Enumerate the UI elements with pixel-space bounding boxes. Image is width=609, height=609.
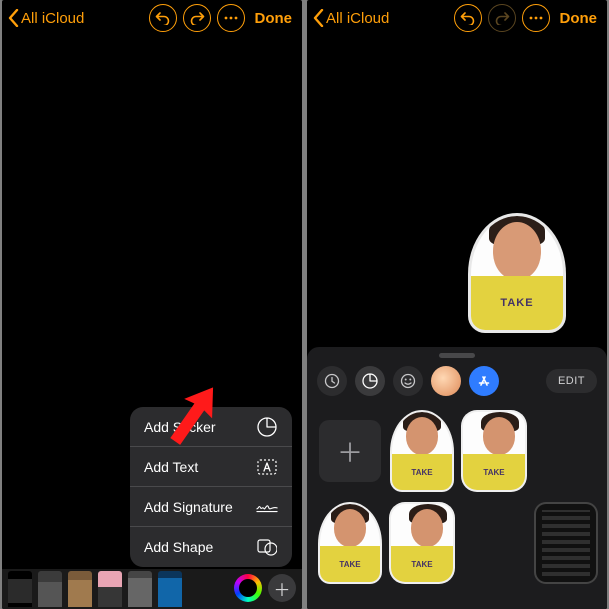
- back-chevron-icon[interactable]: [8, 9, 19, 27]
- done-button[interactable]: Done: [560, 10, 598, 27]
- shirt-text: TAKE: [500, 297, 533, 309]
- eraser-tool[interactable]: [98, 571, 122, 607]
- emoji-icon: [400, 373, 416, 389]
- clock-icon: [324, 373, 340, 389]
- marker-tool[interactable]: [38, 571, 62, 607]
- back-button[interactable]: All iCloud: [21, 10, 84, 27]
- phone-screenshot-right: All iCloud Done TAKE: [307, 0, 607, 609]
- done-button[interactable]: Done: [255, 10, 293, 27]
- drawer-grabber[interactable]: [439, 353, 475, 358]
- markup-toolbar: ＋: [2, 569, 302, 609]
- sticker-item[interactable]: [535, 502, 597, 584]
- tab-recents[interactable]: [317, 366, 347, 396]
- phone-screenshot-left: All iCloud Done Add Sticker Add Text: [2, 0, 302, 609]
- menu-label: Add Text: [144, 459, 198, 475]
- text-box-icon: [256, 456, 278, 478]
- tab-stickers[interactable]: [355, 366, 385, 396]
- sticker-item[interactable]: TAKE: [319, 502, 381, 584]
- nav-bar: All iCloud Done: [307, 0, 607, 36]
- menu-add-text[interactable]: Add Text: [130, 447, 292, 487]
- shape-icon: [256, 536, 278, 558]
- note-canvas[interactable]: TAKE EDIT: [307, 36, 607, 609]
- undo-button[interactable]: [149, 4, 177, 32]
- menu-add-sticker[interactable]: Add Sticker: [130, 407, 292, 447]
- more-button[interactable]: [522, 4, 550, 32]
- signature-icon: [256, 496, 278, 518]
- menu-label: Add Signature: [144, 499, 233, 515]
- sticker-icon: [362, 373, 378, 389]
- nav-bar: All iCloud Done: [2, 0, 302, 36]
- redo-button-disabled: [488, 4, 516, 32]
- sticker-drawer: EDIT ＋ TAKE TAKE TAKE TAKE: [307, 347, 607, 609]
- undo-button[interactable]: [454, 4, 482, 32]
- pencil-tool[interactable]: [68, 571, 92, 607]
- redo-button[interactable]: [183, 4, 211, 32]
- back-chevron-icon[interactable]: [313, 9, 324, 27]
- sticker-item[interactable]: [535, 420, 597, 482]
- sticker-item[interactable]: [463, 512, 525, 574]
- menu-label: Add Sticker: [144, 419, 216, 435]
- placed-sticker[interactable]: TAKE: [471, 216, 563, 330]
- menu-add-shape[interactable]: Add Shape: [130, 527, 292, 567]
- sticker-item[interactable]: TAKE: [463, 410, 525, 492]
- back-button[interactable]: All iCloud: [326, 10, 389, 27]
- drawer-tabs: EDIT: [307, 362, 607, 404]
- pen-tool[interactable]: [8, 571, 32, 607]
- sticker-item[interactable]: TAKE: [391, 502, 453, 584]
- menu-add-signature[interactable]: Add Signature: [130, 487, 292, 527]
- ruler-tool[interactable]: [158, 571, 182, 607]
- add-sticker-button[interactable]: ＋: [319, 420, 381, 482]
- more-button[interactable]: [217, 4, 245, 32]
- sticker-item[interactable]: TAKE: [391, 410, 453, 492]
- sticker-icon: [256, 416, 278, 438]
- color-picker[interactable]: [234, 574, 262, 602]
- tab-memoji[interactable]: [431, 366, 461, 396]
- tab-apps[interactable]: [469, 366, 499, 396]
- edit-button[interactable]: EDIT: [546, 369, 597, 393]
- menu-label: Add Shape: [144, 539, 213, 555]
- add-menu-popover: Add Sticker Add Text Add Signature Add S…: [130, 407, 292, 567]
- lasso-tool[interactable]: [128, 571, 152, 607]
- appstore-icon: [476, 373, 492, 389]
- sticker-grid: ＋ TAKE TAKE TAKE TAKE: [307, 404, 607, 584]
- add-button[interactable]: ＋: [268, 574, 296, 602]
- tab-emoji[interactable]: [393, 366, 423, 396]
- note-canvas[interactable]: Add Sticker Add Text Add Signature Add S…: [2, 36, 302, 609]
